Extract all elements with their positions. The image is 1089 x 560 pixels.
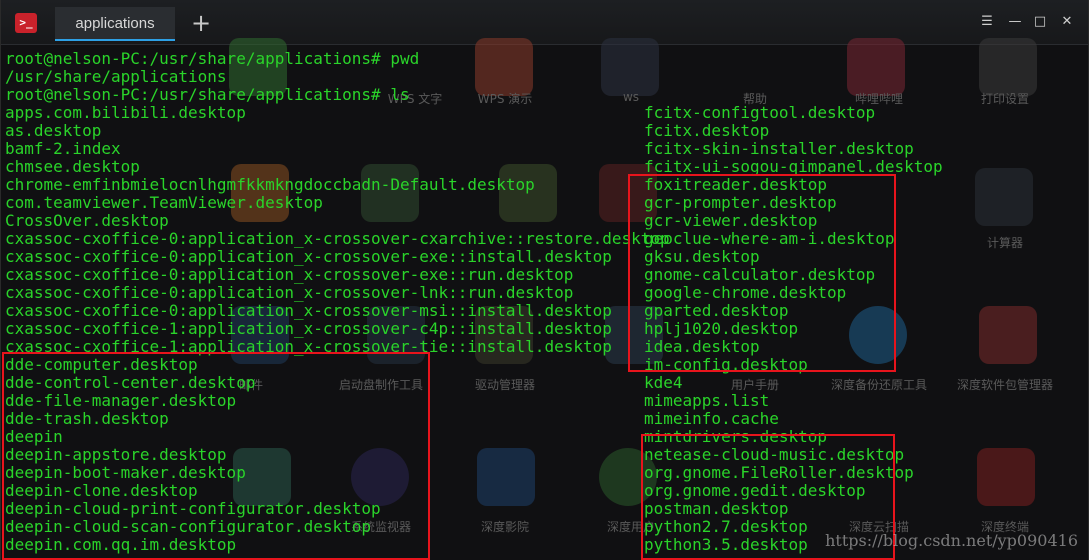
terminal-line: deepin-clone.desktop: [5, 481, 198, 500]
maximize-button[interactable]: □: [1026, 10, 1054, 34]
terminal-right-column: fcitx-configtool.desktop fcitx.desktop fci…: [644, 104, 943, 554]
terminal-line: gnome-calculator.desktop: [644, 265, 876, 284]
terminal-line: cxassoc-cxoffice-0:application_x-crossov…: [5, 229, 670, 248]
terminal-line: dde-file-manager.desktop: [5, 391, 237, 410]
terminal-line: chmsee.desktop: [5, 157, 140, 176]
terminal-line: cxassoc-cxoffice-0:application_x-crossov…: [5, 247, 612, 266]
tab-applications[interactable]: applications: [55, 7, 175, 41]
terminal-line: /usr/share/applications: [5, 67, 227, 86]
terminal-line: fcitx-ui-sogou-qimpanel.desktop: [644, 157, 943, 176]
titlebar: >_ applications + ☰ — □ ✕: [1, 0, 1088, 45]
terminal-line: root@nelson-PC:/usr/share/applications# …: [5, 49, 420, 68]
terminal-line: deepin-boot-maker.desktop: [5, 463, 246, 482]
terminal-line: google-chrome.desktop: [644, 283, 847, 302]
terminal-line: CrossOver.desktop: [5, 211, 169, 230]
watermark: https://blog.csdn.net/yp090416: [825, 531, 1078, 550]
terminal-line: idea.desktop: [644, 337, 760, 356]
terminal-line: geoclue-where-am-i.desktop: [644, 229, 895, 248]
terminal-line: postman.desktop: [644, 499, 789, 518]
terminal-line: cxassoc-cxoffice-0:application_x-crossov…: [5, 301, 612, 320]
terminal-line: gparted.desktop: [644, 301, 789, 320]
terminal-line: mintdrivers.desktop: [644, 427, 828, 446]
terminal-line: cxassoc-cxoffice-0:application_x-crossov…: [5, 265, 574, 284]
terminal-line: bamf-2.index: [5, 139, 121, 158]
terminal-line: kde4: [644, 373, 683, 392]
terminal-line: root@nelson-PC:/usr/share/applications# …: [5, 85, 410, 104]
terminal-line: apps.com.bilibili.desktop: [5, 103, 246, 122]
terminal-line: cxassoc-cxoffice-1:application_x-crossov…: [5, 319, 612, 338]
terminal-line: gcr-viewer.desktop: [644, 211, 818, 230]
close-button[interactable]: ✕: [1053, 10, 1081, 34]
terminal-line: foxitreader.desktop: [644, 175, 828, 194]
terminal-line: mimeinfo.cache: [644, 409, 779, 428]
terminal-line: im-config.desktop: [644, 355, 808, 374]
terminal-line: chrome-emfinbmielocnlhgmfkkmkngdoccbadn-…: [5, 175, 535, 194]
terminal-left-column: root@nelson-PC:/usr/share/applications# …: [5, 50, 670, 554]
terminal-line: cxassoc-cxoffice-0:application_x-crossov…: [5, 283, 574, 302]
terminal-line: as.desktop: [5, 121, 102, 140]
terminal-line: fcitx-configtool.desktop: [644, 103, 876, 122]
terminal-line: org.gnome.gedit.desktop: [644, 481, 866, 500]
terminal-line: deepin-cloud-print-configurator.desktop: [5, 499, 381, 518]
terminal-line: deepin-appstore.desktop: [5, 445, 227, 464]
terminal-line: dde-trash.desktop: [5, 409, 169, 428]
terminal-line: dde-computer.desktop: [5, 355, 198, 374]
terminal-line: fcitx.desktop: [644, 121, 770, 140]
terminal-line: hplj1020.desktop: [644, 319, 799, 338]
new-tab-button[interactable]: +: [185, 7, 217, 41]
terminal-line: org.gnome.FileRoller.desktop: [644, 463, 914, 482]
terminal-output[interactable]: root@nelson-PC:/usr/share/applications# …: [2, 50, 1085, 560]
menu-button[interactable]: ☰: [973, 10, 1001, 34]
terminal-line: cxassoc-cxoffice-1:application_x-crossov…: [5, 337, 612, 356]
terminal-line: gksu.desktop: [644, 247, 760, 266]
terminal-line: deepin.com.qq.im.desktop: [5, 535, 237, 554]
terminal-line: com.teamviewer.TeamViewer.desktop: [5, 193, 323, 212]
terminal-line: fcitx-skin-installer.desktop: [644, 139, 914, 158]
terminal-app-icon[interactable]: >_: [15, 13, 37, 33]
terminal-line: netease-cloud-music.desktop: [644, 445, 905, 464]
minimize-button[interactable]: —: [1001, 10, 1029, 34]
terminal-line: mimeapps.list: [644, 391, 770, 410]
terminal-line: dde-control-center.desktop: [5, 373, 256, 392]
terminal-line: gcr-prompter.desktop: [644, 193, 837, 212]
terminal-window: >_ applications + ☰ — □ ✕ WPS 文字 WPS 演示 …: [0, 0, 1089, 560]
terminal-line: deepin-cloud-scan-configurator.desktop: [5, 517, 372, 536]
terminal-line: deepin: [5, 427, 63, 446]
